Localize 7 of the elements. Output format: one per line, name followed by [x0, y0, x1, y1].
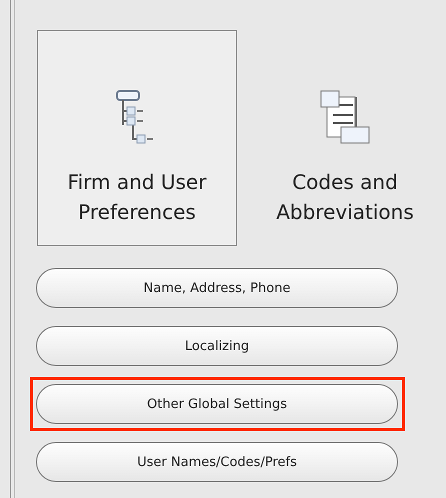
preference-tile[interactable]: Codes and Abbreviations: [245, 30, 445, 246]
settings-button[interactable]: Name, Address, Phone: [36, 268, 398, 308]
settings-button[interactable]: Localizing: [36, 326, 398, 366]
settings-button[interactable]: Other Global Settings: [36, 384, 398, 424]
settings-button[interactable]: User Names/Codes/Prefs: [36, 442, 398, 482]
preference-tile[interactable]: Firm and User Preferences: [37, 30, 237, 246]
document-list-icon: [319, 89, 371, 145]
